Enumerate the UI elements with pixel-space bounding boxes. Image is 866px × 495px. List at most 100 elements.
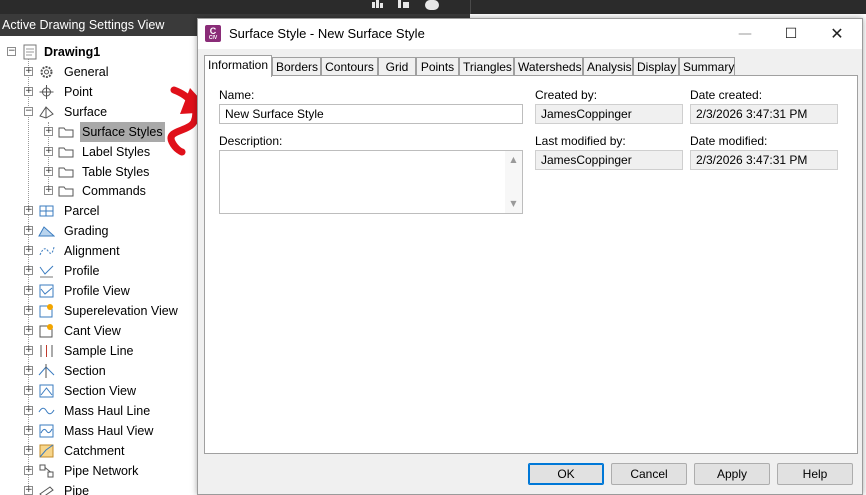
tab-display[interactable]: Display [633,57,679,76]
tab-borders[interactable]: Borders [272,57,321,76]
pipe-network-icon [38,463,55,479]
expand-icon[interactable]: + [44,186,53,195]
expand-icon[interactable]: + [24,366,33,375]
tree-item-label: Label Styles [82,145,151,159]
tree-item-label: Sample Line [64,344,134,358]
info-icon[interactable] [425,0,439,10]
expand-icon[interactable]: + [44,127,53,136]
sample-line-icon [38,343,55,359]
minimize-button[interactable]: — [722,19,768,49]
tree-item-label: Profile [64,264,100,278]
tree-item-label: Pipe [64,484,90,495]
tree-item-label: Superelevation View [64,304,178,318]
tab-information[interactable]: Information [204,55,272,77]
civil3d-app-icon: C CIV [205,25,221,42]
expand-icon[interactable]: + [24,346,33,355]
expand-icon[interactable]: + [24,386,33,395]
tree-item-label: Parcel [64,204,100,218]
description-label: Description: [219,134,283,148]
expand-icon[interactable]: + [24,226,33,235]
tree-item-label: General [64,65,109,79]
section-view-icon [38,383,55,399]
date-modified-field: 2/3/2026 3:47:31 PM [690,150,838,170]
tree-item-label: Commands [82,184,146,198]
tree-item-label: Section View [64,384,137,398]
tab-contours[interactable]: Contours [321,57,378,76]
tree-root-label: Drawing1 [44,45,101,59]
maximize-button[interactable]: ☐ [768,19,814,49]
expand-icon[interactable]: + [24,67,33,76]
name-field[interactable]: New Surface Style [219,104,523,124]
tree-item-label: Mass Haul View [64,424,154,438]
tree-item-label: Grading [64,224,109,238]
tab-grid[interactable]: Grid [378,57,416,76]
folder-icon [58,183,75,199]
dialog-titlebar[interactable]: C CIV Surface Style - New Surface Style … [198,19,862,49]
expand-icon[interactable]: + [24,206,33,215]
app-icon-sub: CIV [208,35,218,41]
last-modified-by-label: Last modified by: [535,134,626,148]
grading-icon [38,223,56,239]
expand-icon[interactable]: + [24,87,33,96]
surface-icon [38,104,55,120]
drawing-icon [22,44,39,60]
expand-icon[interactable]: + [24,326,33,335]
tab-summary[interactable]: Summary [679,57,735,76]
tab-triangles[interactable]: Triangles [459,57,514,76]
expand-icon[interactable]: + [24,446,33,455]
created-by-field: JamesCoppinger [535,104,683,124]
expand-icon[interactable]: + [24,406,33,415]
folder-icon [58,124,75,140]
close-button[interactable]: ✕ [814,19,860,49]
folder-icon [58,164,75,180]
apply-button[interactable]: Apply [694,463,770,485]
help-button[interactable]: Help [777,463,853,485]
toolbar-icon-1[interactable] [372,0,384,8]
name-label: Name: [219,88,255,102]
expand-icon[interactable]: + [24,466,33,475]
tree-item-label: Surface [64,105,108,119]
expand-icon[interactable]: + [24,306,33,315]
toolbar-icon-2[interactable] [398,0,410,8]
surface-style-dialog: C CIV Surface Style - New Surface Style … [197,18,863,495]
created-by-label: Created by: [535,88,598,102]
tree-item-label: Table Styles [82,165,150,179]
collapse-icon[interactable]: − [7,47,16,56]
superelevation-view-icon [38,303,55,319]
tree-item-label: Point [64,85,93,99]
alignment-icon [38,243,55,259]
tree-item-label: Mass Haul Line [64,404,151,418]
expand-icon[interactable]: + [24,266,33,275]
pipe-icon [38,483,55,495]
cancel-button[interactable]: Cancel [611,463,687,485]
expand-icon[interactable]: + [24,286,33,295]
description-field[interactable]: ▲ ▼ [219,150,523,214]
expand-icon[interactable]: + [24,486,33,495]
expand-icon[interactable]: + [24,246,33,255]
section-icon [38,363,55,379]
collapse-icon[interactable]: − [24,107,33,116]
top-toolbar-strip [0,0,866,14]
expand-icon[interactable]: + [44,167,53,176]
date-created-label: Date created: [690,88,763,102]
ok-button[interactable]: OK [528,463,604,485]
tree-item-label: Section [64,364,106,378]
scroll-up-icon[interactable]: ▲ [505,153,522,167]
expand-icon[interactable]: + [44,147,53,156]
expand-icon[interactable]: + [24,426,33,435]
tree-item-label: Profile View [64,284,130,298]
point-icon [38,84,55,100]
scroll-down-icon[interactable]: ▼ [505,197,522,211]
dialog-title: Surface Style - New Surface Style [229,26,425,41]
tab-analysis[interactable]: Analysis [583,57,633,76]
date-modified-label: Date modified: [690,134,768,148]
description-scrollbar[interactable]: ▲ ▼ [505,151,522,213]
information-tab-panel: Name: New Surface Style Description: ▲ ▼… [204,75,858,454]
mass-haul-line-icon [38,403,55,419]
mass-haul-view-icon [38,423,55,439]
tab-watersheds[interactable]: Watersheds [514,57,583,76]
tree-item-label: Pipe Network [64,464,139,478]
gear-icon [38,64,55,80]
tab-points[interactable]: Points [416,57,459,76]
tree-item-label: Catchment [64,444,125,458]
